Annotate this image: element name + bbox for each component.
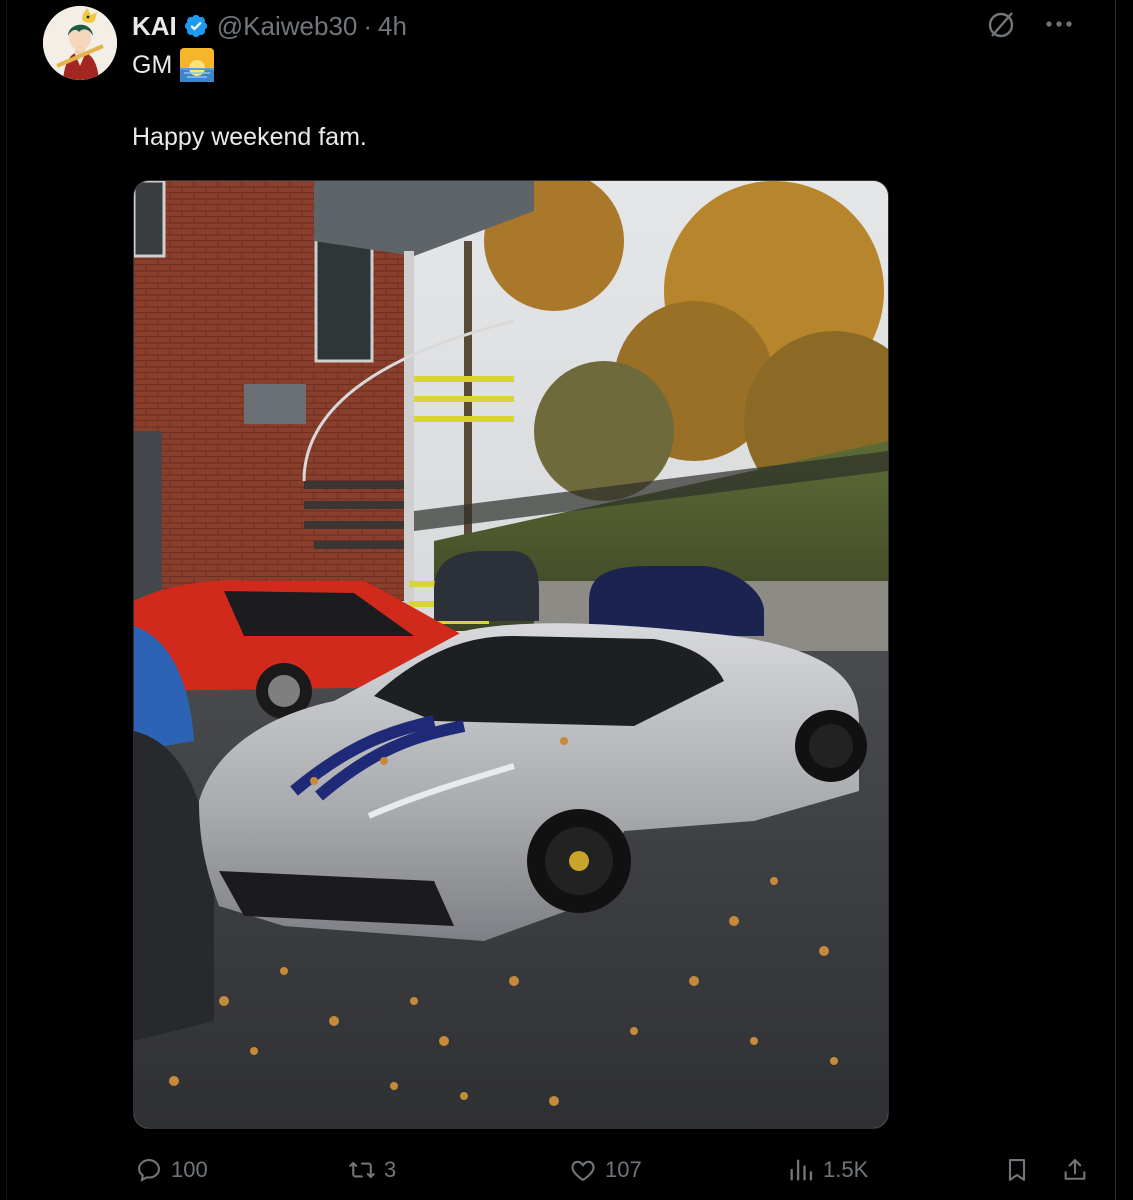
post-header: KAI @Kaiweb30 · 4h <box>132 8 407 44</box>
bookmark-button[interactable] <box>1003 1156 1031 1184</box>
repost-button[interactable]: 3 <box>348 1156 396 1184</box>
post-text-line1: GM <box>132 48 215 82</box>
views-button[interactable]: 1.5K <box>787 1156 868 1184</box>
post-card[interactable]: KAI @Kaiweb30 · 4h GM Happy weekend fam.… <box>6 0 1116 1200</box>
repost-count: 3 <box>384 1157 397 1182</box>
verified-badge-icon <box>183 13 209 39</box>
reply-button[interactable]: 100 <box>135 1156 208 1184</box>
engagement-bar: 100 3 107 1.5K <box>133 1152 1095 1188</box>
like-button[interactable]: 107 <box>569 1156 642 1184</box>
ferrari-photo <box>134 181 888 1128</box>
share-button[interactable] <box>1061 1156 1089 1184</box>
separator-dot: · <box>363 10 373 41</box>
post-top-actions <box>985 8 1075 40</box>
like-icon <box>571 1160 595 1182</box>
reply-count: 100 <box>171 1157 208 1182</box>
like-count: 107 <box>605 1157 642 1182</box>
grok-icon[interactable] <box>985 8 1017 40</box>
views-count: 1.5K <box>823 1157 869 1182</box>
share-icon <box>1064 1159 1086 1180</box>
post-text-gm: GM <box>132 50 173 79</box>
post-image[interactable] <box>133 180 889 1129</box>
repost-icon <box>349 1161 375 1179</box>
avatar[interactable] <box>43 6 117 80</box>
post-text-line2: Happy weekend fam. <box>132 123 367 151</box>
sunrise-emoji-icon <box>180 48 215 82</box>
more-options-icon[interactable] <box>1043 8 1075 40</box>
post-time[interactable]: 4h <box>378 11 407 42</box>
views-icon <box>790 1159 813 1181</box>
bookmark-icon <box>1008 1159 1026 1181</box>
author-handle[interactable]: @Kaiweb30 <box>217 11 358 42</box>
author-name[interactable]: KAI <box>132 11 177 42</box>
reply-icon <box>138 1159 160 1182</box>
